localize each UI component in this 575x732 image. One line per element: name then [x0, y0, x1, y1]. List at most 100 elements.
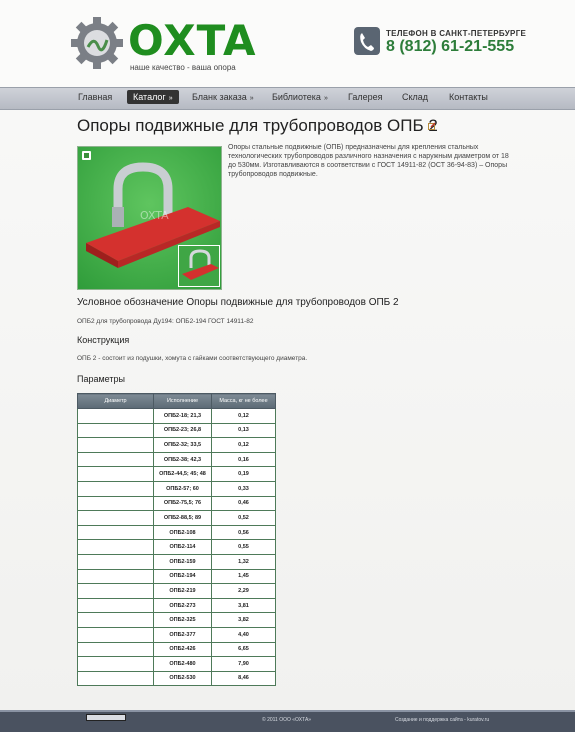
designation-heading: Условное обозначение Опоры подвижные для… — [77, 297, 399, 308]
cell-mass: 3,82 — [211, 612, 276, 628]
cell-mass: 0,12 — [211, 437, 276, 453]
cell-diameter — [77, 495, 154, 512]
cell-mass: 3,81 — [211, 597, 276, 614]
footer-banner[interactable] — [86, 714, 126, 721]
table-row: ОПБ2-44,5; 45; 48 0,19 — [77, 466, 276, 482]
parameters-table: Диаметр Исполнение Масса, кг не более ОП… — [77, 393, 276, 687]
cell-execution: ОПБ2-480 — [153, 656, 212, 672]
nav-item-warehouse[interactable]: Склад — [402, 92, 428, 102]
cell-diameter — [77, 626, 154, 643]
cell-diameter — [77, 480, 154, 497]
cell-execution: ОПБ2-38; 42,3 — [153, 451, 212, 468]
slogan: наше качество - ваша опора — [130, 63, 236, 72]
cell-execution: ОПБ2-88,5; 89 — [153, 510, 212, 526]
cell-execution: ОПБ2-44,5; 45; 48 — [153, 466, 212, 482]
cell-execution: ОПБ2-114 — [153, 539, 212, 555]
designation-text: ОПБ2 для трубопровода Ду194: ОПБ2-194 ГО… — [77, 318, 254, 325]
cell-diameter — [77, 670, 154, 687]
cell-execution: ОПБ2-18; 21,3 — [153, 408, 212, 424]
column-header-execution: Исполнение — [153, 393, 212, 409]
cell-diameter — [77, 524, 154, 541]
cell-execution: ОПБ2-530 — [153, 670, 212, 687]
cell-execution: ОПБ2-108 — [153, 524, 212, 541]
cell-execution: ОПБ2-159 — [153, 553, 212, 570]
parameters-heading: Параметры — [77, 374, 125, 384]
cell-mass: 1,45 — [211, 568, 276, 585]
cell-mass: 7,90 — [211, 656, 276, 672]
cell-execution: ОПБ2-273 — [153, 597, 212, 614]
cell-execution: ОПБ2-57; 60 — [153, 480, 212, 497]
chevron-right-icon: » — [323, 95, 328, 102]
column-header-mass: Масса, кг не более — [211, 393, 276, 409]
table-row: ОПБ2-23; 26,8 0,13 — [77, 422, 276, 439]
developer-credits[interactable]: Создание и поддержка сайта - kuratov.ru — [395, 717, 489, 723]
table-row: ОПБ2-377 4,40 — [77, 626, 276, 643]
table-row: ОПБ2-273 3,81 — [77, 597, 276, 614]
cell-mass: 6,65 — [211, 641, 276, 658]
page-title: Опоры подвижные для трубопроводов ОПБ 2 — [77, 116, 438, 135]
cell-diameter — [77, 451, 154, 468]
gear-logo-icon[interactable] — [70, 16, 124, 70]
cell-diameter — [77, 583, 154, 599]
phone-icon — [354, 27, 380, 55]
table-row: ОПБ2-480 7,90 — [77, 656, 276, 672]
cell-execution: ОПБ2-23; 26,8 — [153, 422, 212, 439]
construction-heading: Конструкция — [77, 335, 130, 345]
nav-item-library[interactable]: Библиотека» — [272, 92, 328, 102]
cell-diameter — [77, 422, 154, 439]
cell-execution: ОПБ2-75,5; 76 — [153, 495, 212, 512]
cell-mass: 0,52 — [211, 510, 276, 526]
cell-mass: 0,13 — [211, 422, 276, 439]
construction-text: ОПБ 2 - состоит из подушки, хомута с гай… — [77, 355, 308, 362]
column-header-diameter: Диаметр — [77, 393, 154, 409]
cell-execution: ОПБ2-219 — [153, 583, 212, 599]
cell-mass: 0,56 — [211, 524, 276, 541]
nav-item-order-form[interactable]: Бланк заказа» — [192, 92, 254, 102]
logo-text[interactable]: OXTA — [128, 20, 256, 62]
table-row: ОПБ2-88,5; 89 0,52 — [77, 510, 276, 526]
product-thumbnail[interactable] — [178, 245, 220, 287]
cell-mass: 0,19 — [211, 466, 276, 482]
cell-diameter — [77, 597, 154, 614]
table-row: ОПБ2-32; 33,5 0,12 — [77, 437, 276, 453]
table-row: ОПБ2-18; 21,3 0,12 — [77, 408, 276, 424]
table-row: ОПБ2-57; 60 0,33 — [77, 480, 276, 497]
copyright: © 2011 ООО «ОХТА» — [262, 717, 312, 723]
table-row: ОПБ2-159 1,32 — [77, 553, 276, 570]
cell-execution: ОПБ2-32; 33,5 — [153, 437, 212, 453]
cell-diameter — [77, 656, 154, 672]
table-row: ОПБ2-219 2,29 — [77, 583, 276, 599]
table-row: ОПБ2-38; 42,3 0,16 — [77, 451, 276, 468]
cell-mass: 0,55 — [211, 539, 276, 555]
cell-mass: 8,46 — [211, 670, 276, 687]
cell-execution: ОПБ2-426 — [153, 641, 212, 658]
nav-item-catalog[interactable]: Каталог» — [127, 90, 179, 104]
cell-mass: 4,40 — [211, 626, 276, 643]
cell-mass: 0,16 — [211, 451, 276, 468]
table-row: ОПБ2-108 0,56 — [77, 524, 276, 541]
cell-diameter — [77, 641, 154, 658]
product-description: Опоры стальные подвижные (ОПБ) предназна… — [228, 144, 509, 178]
nav-item-gallery[interactable]: Галерея — [348, 92, 383, 102]
phone-label: ТЕЛЕФОН В САНКТ-ПЕТЕРБУРГЕ — [386, 29, 527, 38]
nav-item-home[interactable]: Главная — [78, 92, 112, 102]
table-header-row: Диаметр Исполнение Масса, кг не более — [77, 393, 276, 409]
cell-mass: 0,33 — [211, 480, 276, 497]
phone-number[interactable]: 8 (812) 61-21-555 — [386, 38, 514, 56]
nav-item-contacts[interactable]: Контакты — [449, 92, 488, 102]
cell-mass: 0,46 — [211, 495, 276, 512]
edit-icon[interactable] — [428, 122, 436, 130]
cell-diameter — [77, 408, 154, 424]
cell-execution: ОПБ2-377 — [153, 626, 212, 643]
table-body: ОПБ2-18; 21,3 0,12 ОПБ2-23; 26,8 0,13 ОПБ2-3… — [77, 408, 276, 687]
table-row: ОПБ2-75,5; 76 0,46 — [77, 495, 276, 512]
cell-mass: 0,12 — [211, 408, 276, 424]
cell-diameter — [77, 539, 154, 555]
cell-diameter — [77, 612, 154, 628]
cell-mass: 1,32 — [211, 553, 276, 570]
chevron-right-icon: » — [168, 95, 173, 102]
cell-diameter — [77, 466, 154, 482]
table-row: ОПБ2-114 0,55 — [77, 539, 276, 555]
cell-execution: ОПБ2-194 — [153, 568, 212, 585]
table-row: ОПБ2-426 6,65 — [77, 641, 276, 658]
